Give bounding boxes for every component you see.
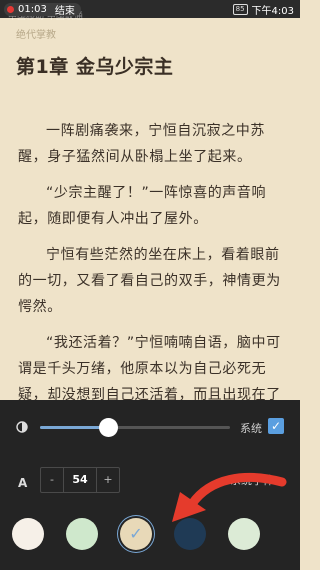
end-recording-button[interactable]: 结束 [55,2,75,17]
brightness-slider-thumb[interactable] [99,418,119,437]
paragraph: “少宗主醒了！”一阵惊喜的声音响起，随即便有人冲出了屋外。 [18,185,267,227]
check-icon: ✓ [129,524,143,543]
brightness-icon [16,421,28,433]
brightness-slider-fill [40,426,109,429]
chapter-title: 第1章 金乌少宗主 [16,56,174,78]
font-size-stepper: - 54 + [40,467,120,493]
record-dot-icon [7,6,14,13]
status-bar: 中国移动 中国联通 01:03 结束 85 下午4:03 [0,0,300,22]
font-size-decrease-button[interactable]: - [41,468,64,492]
paragraph: 宁恒有些茫然的坐在床上，看着眼前的一切，又看了看自己的双手，神情更为愕然。 [18,247,281,315]
battery-icon: 85 [232,3,248,15]
record-time: 01:03 [18,4,47,15]
book-title: 绝代掌教 [16,30,56,41]
red-arrow-annotation [172,472,287,522]
font-size-value: 54 [72,473,88,486]
font-size-increase-button[interactable]: + [96,468,119,492]
theme-swatch-cream[interactable] [12,518,44,550]
screen-recording-indicator[interactable]: 01:03 结束 [4,2,81,17]
clock: 下午4:03 [251,5,294,17]
system-brightness-label: 系统 [240,422,262,435]
status-icons: 85 下午4:03 [232,0,294,18]
theme-swatch-green[interactable] [66,518,98,550]
font-size-label: A [18,476,28,490]
paragraph: 一阵剧痛袭来，宁恒自沉寂之中苏醒，身子猛然间从卧榻上坐了起来。 [18,123,265,165]
reading-content[interactable]: 一阵剧痛袭来，宁恒自沉寂之中苏醒，身子猛然间从卧榻上坐了起来。 “少宗主醒了！”… [18,118,286,444]
brightness-slider[interactable] [40,418,230,437]
system-brightness-checkbox[interactable]: ✓ [268,418,284,434]
theme-swatch-parchment[interactable]: ✓ [120,518,152,550]
